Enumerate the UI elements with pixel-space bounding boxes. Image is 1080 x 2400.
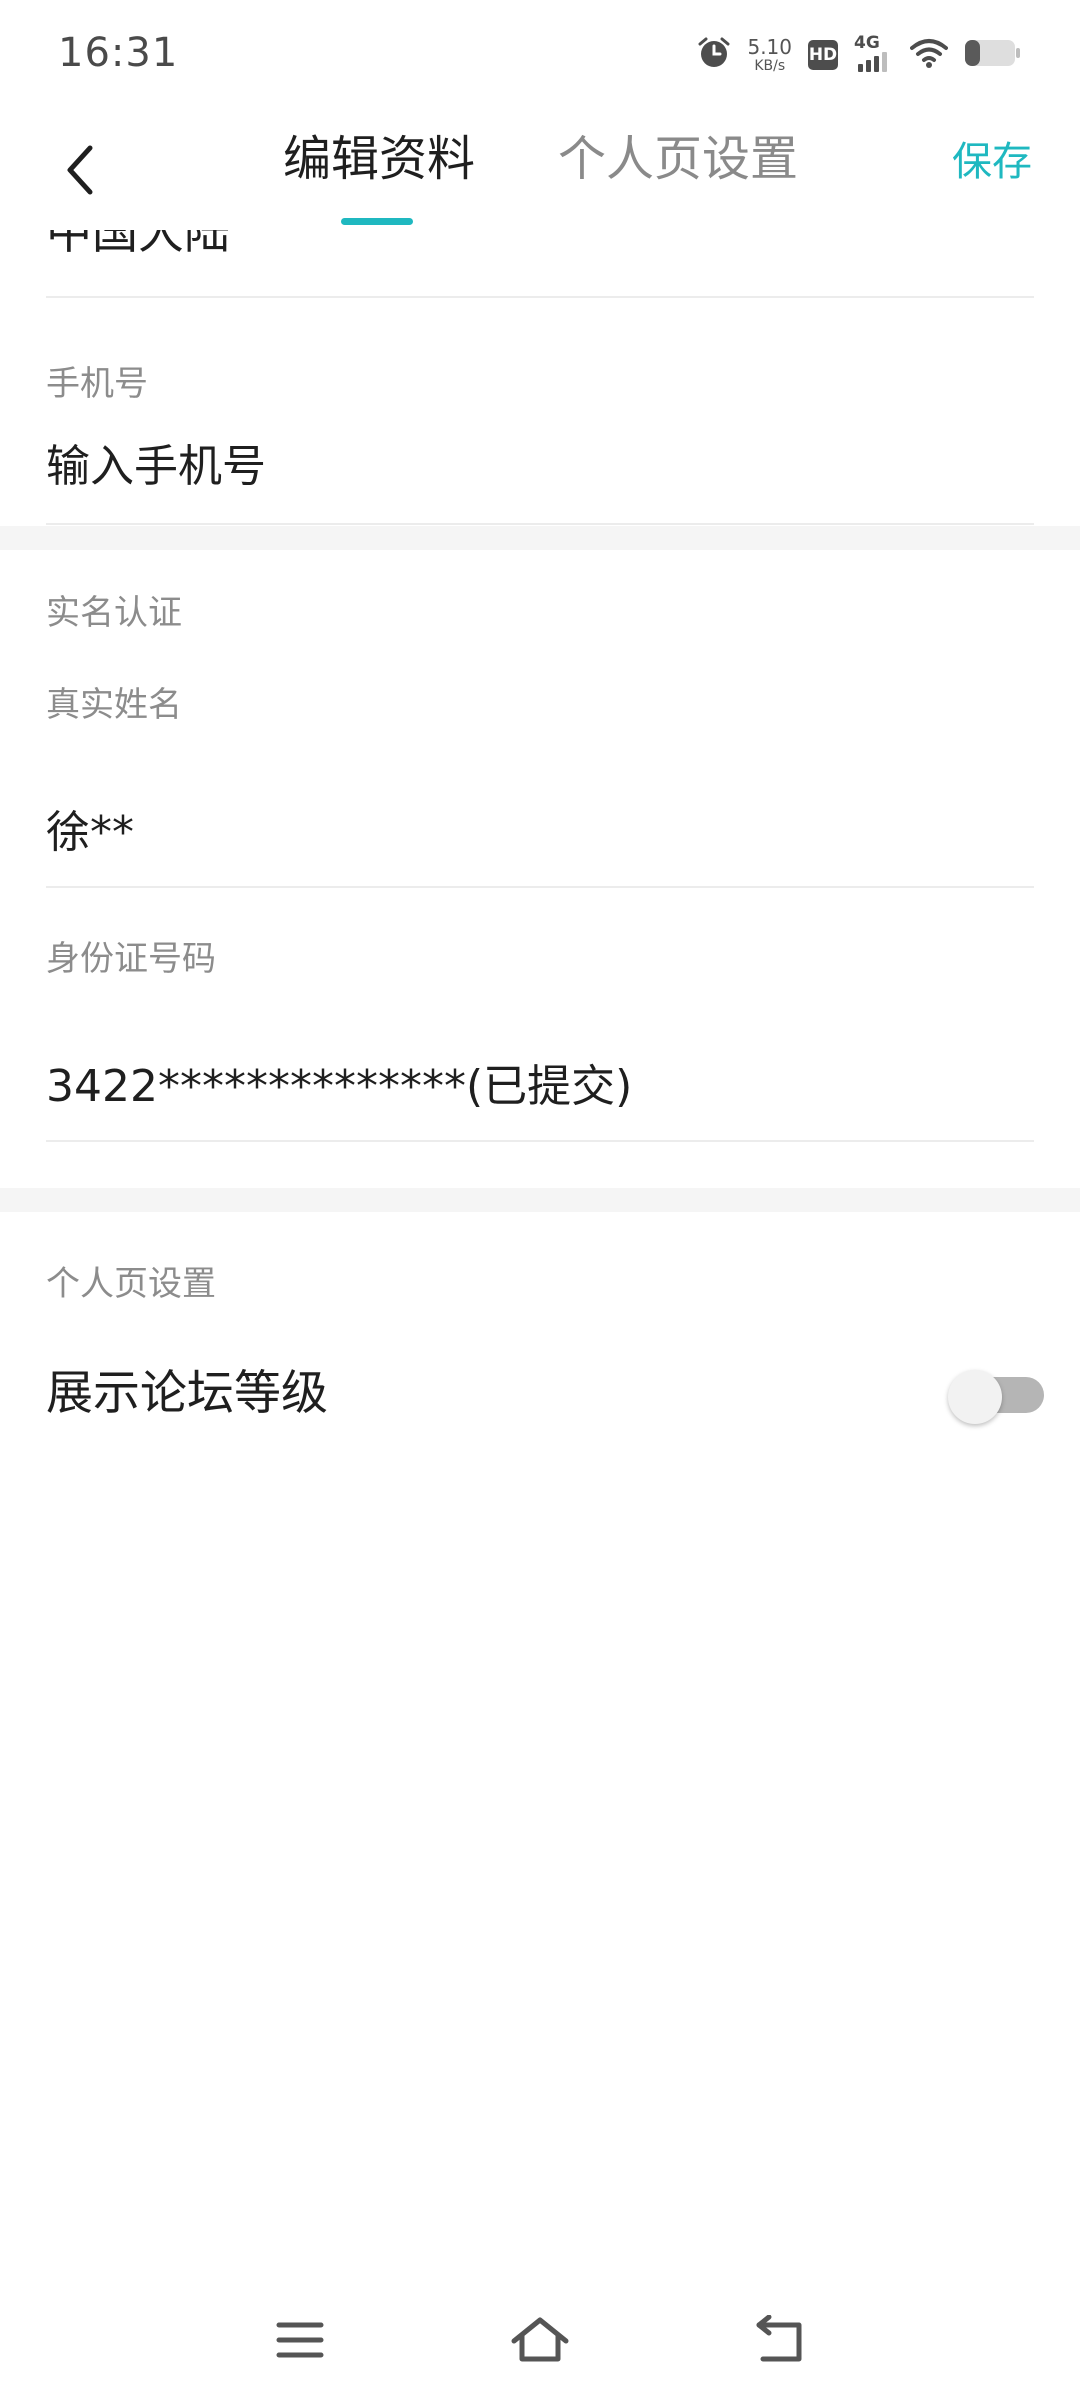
cellular-signal-icon: 4G bbox=[854, 35, 894, 75]
divider bbox=[46, 886, 1034, 888]
region-field[interactable]: 中国大陆 bbox=[46, 230, 1034, 298]
tab-personal-page-settings[interactable]: 个人页设置 bbox=[558, 135, 798, 183]
network-type: 4G bbox=[854, 33, 880, 53]
chevron-left-icon bbox=[67, 145, 93, 195]
phone-label: 手机号 bbox=[46, 364, 148, 404]
network-speed-unit: KB/s bbox=[754, 58, 786, 74]
divider bbox=[46, 523, 1034, 525]
hd-label: HD bbox=[808, 45, 838, 65]
real-name-value: 徐** bbox=[46, 807, 134, 858]
active-tab-indicator bbox=[341, 218, 413, 225]
network-speed-value: 5.10 bbox=[747, 35, 792, 59]
id-number-value: 3422**************(已提交) bbox=[46, 1061, 633, 1112]
battery-icon bbox=[964, 38, 1022, 72]
back-button[interactable] bbox=[40, 130, 120, 210]
personal-page-section-title: 个人页设置 bbox=[46, 1264, 216, 1304]
region-value: 中国大陆 bbox=[46, 230, 230, 259]
back-system-button[interactable] bbox=[740, 2300, 820, 2380]
network-speed: 5.10 KB/s bbox=[747, 37, 792, 73]
section-divider bbox=[0, 1188, 1080, 1212]
toggle-knob bbox=[948, 1370, 1002, 1424]
home-button[interactable] bbox=[500, 2300, 580, 2380]
top-nav-bar: 编辑资料 个人页设置 保存 bbox=[0, 110, 1080, 230]
status-icons: 5.10 KB/s HD 4G bbox=[697, 30, 1022, 80]
tab-edit-profile[interactable]: 编辑资料 bbox=[283, 135, 475, 183]
real-name-section-title: 实名认证 bbox=[46, 593, 182, 633]
phone-input[interactable]: 输入手机号 bbox=[46, 445, 266, 489]
status-bar: 16:31 5.10 KB/s HD 4G bbox=[0, 0, 1080, 110]
hd-icon: HD bbox=[808, 40, 838, 70]
menu-button[interactable] bbox=[260, 2300, 340, 2380]
status-time: 16:31 bbox=[58, 30, 179, 76]
return-icon bbox=[756, 2315, 802, 2362]
home-icon bbox=[511, 2317, 569, 2362]
menu-icon bbox=[276, 2322, 324, 2358]
section-divider bbox=[0, 526, 1080, 550]
real-name-label: 真实姓名 bbox=[46, 685, 182, 725]
forum-level-toggle[interactable] bbox=[948, 1370, 1048, 1424]
forum-level-label: 展示论坛等级 bbox=[46, 1366, 328, 1421]
divider bbox=[46, 1140, 1034, 1142]
id-number-label: 身份证号码 bbox=[46, 939, 216, 979]
system-navigation-bar bbox=[0, 2280, 1080, 2400]
save-button[interactable]: 保存 bbox=[952, 142, 1032, 182]
wifi-icon bbox=[910, 37, 948, 73]
alarm-icon bbox=[697, 36, 731, 74]
